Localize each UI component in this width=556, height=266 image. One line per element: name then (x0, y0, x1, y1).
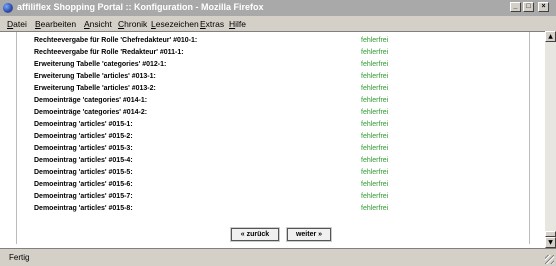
result-status: fehlerfrei (361, 61, 389, 68)
menu-hilfe[interactable]: Hilfe (229, 19, 246, 29)
result-status: fehlerfrei (361, 205, 389, 212)
result-label: Rechteevergabe für Rolle 'Redakteur' #01… (34, 49, 184, 56)
status-text: Fertig (9, 253, 30, 262)
window-titlebar: affiliflex Shopping Portal :: Konfigurat… (0, 0, 556, 16)
menu-lesezeichen[interactable]: Lesezeichen (151, 19, 199, 29)
menu-datei[interactable]: Datei (7, 19, 27, 29)
result-label: Erweiterung Tabelle 'categories' #012-1: (34, 61, 167, 68)
menu-bearbeiten[interactable]: Bearbeiten (35, 19, 76, 29)
result-label: Rechteevergabe für Rolle 'Chefredakteur'… (34, 37, 198, 44)
result-label: Demoeintrag 'articles' #015-6: (34, 181, 133, 188)
result-status: fehlerfrei (361, 181, 389, 188)
result-status: fehlerfrei (361, 97, 389, 104)
result-status: fehlerfrei (361, 109, 389, 116)
result-status: fehlerfrei (361, 37, 389, 44)
result-label: Demoeinträge 'categories' #014-1: (34, 97, 148, 104)
next-button[interactable]: weiter » (286, 227, 332, 242)
result-status: fehlerfrei (361, 169, 389, 176)
page-content: Rechteevergabe für Rolle 'Chefredakteur'… (0, 31, 545, 249)
close-button[interactable]: × (538, 2, 549, 12)
menu-chronik[interactable]: Chronik (118, 19, 147, 29)
back-button[interactable]: « zurück (230, 227, 280, 242)
maximize-button[interactable]: □ (523, 2, 534, 12)
window-title: affiliflex Shopping Portal :: Konfigurat… (17, 2, 264, 12)
result-label: Demoeintrag 'articles' #015-8: (34, 205, 133, 212)
scroll-down-arrow-icon[interactable]: ▼ (545, 237, 556, 248)
result-status: fehlerfrei (361, 73, 389, 80)
vertical-scrollbar[interactable]: ▲ ▼ (545, 31, 556, 248)
result-label: Demoeintrag 'articles' #015-4: (34, 157, 133, 164)
firefox-icon (3, 3, 13, 13)
result-status: fehlerfrei (361, 133, 389, 140)
result-status: fehlerfrei (361, 49, 389, 56)
result-label: Erweiterung Tabelle 'articles' #013-2: (34, 85, 156, 92)
result-label: Demoeintrag 'articles' #015-2: (34, 133, 133, 140)
menu-bar: Datei Bearbeiten Ansicht Chronik Lesezei… (0, 17, 556, 31)
result-label: Demoeintrag 'articles' #015-1: (34, 121, 133, 128)
scroll-up-arrow-icon[interactable]: ▲ (545, 31, 556, 42)
result-label: Demoeintrag 'articles' #015-3: (34, 145, 133, 152)
config-panel: Rechteevergabe für Rolle 'Chefredakteur'… (16, 32, 530, 244)
result-status: fehlerfrei (361, 193, 389, 200)
menu-extras[interactable]: Extras (200, 19, 224, 29)
result-label: Demoeintrag 'articles' #015-5: (34, 169, 133, 176)
resize-grip-icon[interactable] (545, 255, 554, 264)
result-label: Demoeinträge 'categories' #014-2: (34, 109, 148, 116)
result-status: fehlerfrei (361, 85, 389, 92)
result-label: Demoeintrag 'articles' #015-7: (34, 193, 133, 200)
status-bar: Fertig (0, 248, 556, 266)
result-status: fehlerfrei (361, 121, 389, 128)
result-label: Erweiterung Tabelle 'articles' #013-1: (34, 73, 156, 80)
menu-ansicht[interactable]: Ansicht (84, 19, 112, 29)
result-status: fehlerfrei (361, 145, 389, 152)
result-status: fehlerfrei (361, 157, 389, 164)
minimize-button[interactable]: _ (510, 2, 521, 12)
